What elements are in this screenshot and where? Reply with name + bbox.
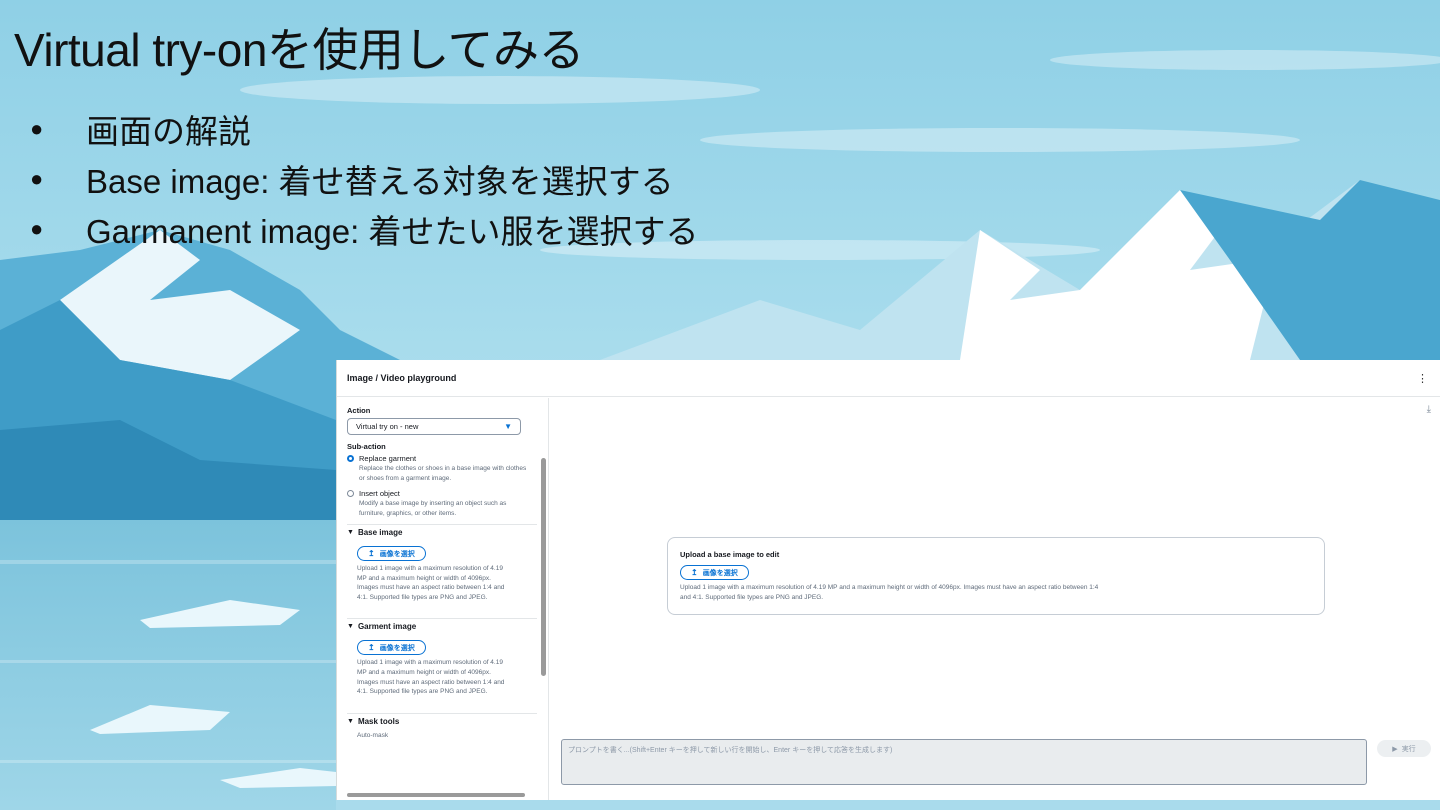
expand-triangle-icon: ▼ [347, 529, 354, 536]
upload-icon: ↥ [368, 643, 375, 653]
run-button[interactable]: ▶ 実行 [1377, 740, 1431, 757]
bullet-text: Garmanent image: 着せたい服を選択する [86, 213, 699, 250]
expand-triangle-icon: ▼ [347, 717, 354, 725]
kebab-icon[interactable]: ⋮ [1417, 372, 1428, 385]
settings-sidebar: Action Virtual try on - new ▼ Sub-action… [337, 398, 549, 800]
base-image-select-button[interactable]: ↥ 画像を選択 [357, 546, 426, 561]
subaction-label: Sub-action [347, 442, 386, 451]
caret-down-icon: ▼ [504, 422, 512, 431]
upload-card: Upload a base image to edit ↥ 画像を選択 Uplo… [667, 537, 1325, 615]
base-image-heading: Base image [357, 528, 403, 537]
app-title: Image / Video playground [347, 373, 457, 383]
play-icon: ▶ [1392, 745, 1398, 753]
garment-image-section-toggle[interactable]: ▼ Garment image [347, 618, 537, 631]
garment-image-select-button[interactable]: ↥ 画像を選択 [357, 640, 426, 656]
prompt-input[interactable]: プロンプトを書く...(Shift+Enter キーを押して新しい行を開始し、E… [561, 739, 1367, 785]
base-image-help: Upload 1 image with a maximum resolution… [357, 565, 505, 601]
upload-base-image-label: 画像を選択 [702, 569, 738, 577]
action-select[interactable]: Virtual try on - new ▼ [347, 418, 521, 435]
radio-description: Modify a base image by inserting an obje… [359, 500, 507, 517]
action-label: Action [347, 406, 371, 415]
base-image-section-toggle[interactable]: ▼ Base image [347, 524, 537, 537]
main-canvas: ⤓ Upload a base image to edit ↥ 画像を選択 Up… [549, 398, 1440, 800]
radio-description: Replace the clothes or shoes in a base i… [359, 465, 527, 482]
run-button-label: 実行 [1401, 745, 1416, 753]
radio-label: Insert object [359, 489, 400, 498]
garment-image-upload: ↥ 画像を選択 Upload 1 image with a maximum re… [357, 637, 527, 696]
mask-tools-heading: Mask tools [357, 716, 400, 726]
base-image-select-label: 画像を選択 [379, 550, 415, 558]
bullet-list: ● 画面の解説 ● Base image: 着せ替える対象を選択する ● Gar… [30, 104, 698, 254]
radio-replace-garment[interactable]: Replace garment Replace the clothes or s… [347, 454, 527, 483]
expand-triangle-icon: ▼ [347, 623, 354, 631]
auto-mask-item[interactable]: Auto-mask [357, 732, 527, 739]
upload-card-title: Upload a base image to edit [680, 550, 780, 559]
radio-insert-object[interactable]: Insert object Modify a base image by ins… [347, 489, 527, 518]
bullet-glyph: ● [30, 216, 44, 241]
bullet-glyph: ● [30, 166, 44, 191]
sidebar-vertical-scrollbar[interactable] [540, 398, 548, 800]
playground-window: Image / Video playground ⋮ Action Virtua… [336, 360, 1440, 800]
mask-tools-section-toggle[interactable]: ▼ Mask tools [347, 712, 537, 726]
garment-image-select-label: 画像を選択 [379, 644, 415, 652]
base-image-upload: ↥ 画像を選択 Upload 1 image with a maximum re… [357, 543, 527, 602]
radio-selected-icon[interactable] [347, 455, 354, 462]
upload-base-image-button[interactable]: ↥ 画像を選択 [680, 565, 749, 580]
upload-icon: ↥ [691, 568, 698, 577]
garment-image-help: Upload 1 image with a maximum resolution… [357, 659, 505, 696]
bullet-item: ● 画面の解説 [30, 104, 698, 154]
bullet-glyph: ● [30, 116, 44, 141]
bullet-item: ● Garmanent image: 着せたい服を選択する [30, 204, 698, 254]
slide-title: Virtual try-onを使用してみる [14, 24, 585, 76]
download-icon[interactable]: ⤓ [1427, 404, 1431, 415]
radio-unselected-icon[interactable] [347, 490, 354, 497]
radio-label: Replace garment [359, 454, 417, 463]
action-select-value: Virtual try on - new [356, 422, 419, 431]
upload-icon: ↥ [368, 549, 375, 558]
sidebar-horizontal-scrollbar[interactable] [337, 790, 548, 800]
bullet-item: ● Base image: 着せ替える対象を選択する [30, 154, 698, 204]
bullet-text: 画面の解説 [86, 113, 251, 150]
sidebar-content: Action Virtual try on - new ▼ Sub-action… [347, 406, 537, 739]
app-header: Image / Video playground ⋮ [337, 360, 1440, 397]
bullet-text: Base image: 着せ替える対象を選択する [86, 163, 674, 200]
upload-card-help: Upload 1 image with a maximum resolution… [680, 584, 1099, 601]
garment-image-heading: Garment image [357, 622, 417, 632]
scrollbar-thumb[interactable] [347, 793, 525, 797]
scrollbar-thumb[interactable] [541, 458, 546, 676]
